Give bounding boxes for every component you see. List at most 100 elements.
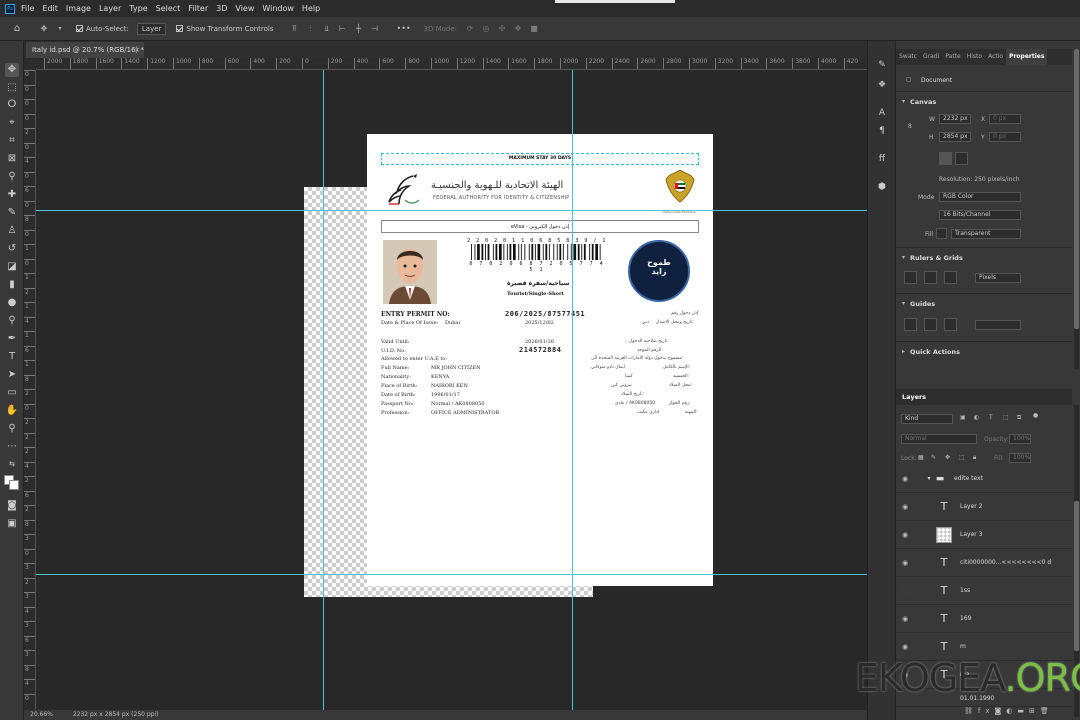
layer-row[interactable]: ◉ Layer 3 [896, 521, 1072, 549]
brush-tool-icon[interactable]: ✎ [5, 206, 19, 220]
zoom-tool-icon[interactable]: ⚲ [5, 422, 19, 436]
rectangle-tool-icon[interactable]: ▭ [5, 386, 19, 400]
chevron-down-icon[interactable]: ▾ [55, 24, 65, 34]
canvas-area[interactable]: MAXIMUM STAY 30 DAYS الهيئة الاتحادية لل… [36, 70, 867, 710]
3d-scale-icon[interactable]: ■ [529, 24, 539, 34]
crop-tool-icon[interactable]: ⌗ [5, 134, 19, 148]
filter-smart-icon[interactable]: ⧉ [1017, 414, 1021, 422]
character-icon[interactable]: A [876, 107, 888, 119]
scrollbar-thumb[interactable] [1074, 49, 1079, 329]
eraser-tool-icon[interactable]: ◪ [5, 260, 19, 274]
horizontal-guide[interactable] [36, 210, 867, 211]
brushes-icon[interactable]: ❖ [876, 79, 888, 91]
menu-type[interactable]: Type [129, 4, 147, 13]
eye-icon[interactable]: ▢ [902, 587, 909, 595]
menu-window[interactable]: Window [262, 4, 294, 13]
eye-icon[interactable]: ◉ [902, 615, 908, 623]
new-group-icon[interactable]: ▬ [1017, 707, 1029, 715]
frame-tool-icon[interactable]: ⊠ [5, 152, 19, 166]
path-select-tool-icon[interactable]: ➤ [5, 368, 19, 382]
menu-select[interactable]: Select [156, 4, 181, 13]
chevron-down-icon[interactable]: ▾ [902, 98, 905, 105]
chevron-down-icon[interactable]: ▾ [924, 471, 934, 487]
document-tab[interactable]: Italy id.psd @ 20.7% (RGB/16) * × [26, 42, 144, 58]
gradient-tool-icon[interactable]: ▮ [5, 278, 19, 292]
marquee-tool-icon[interactable]: ⬚ [5, 81, 19, 95]
paragraph-icon[interactable]: ¶ [876, 125, 888, 137]
blur-tool-icon[interactable]: ● [5, 296, 19, 310]
filter-shape-icon[interactable]: ⬚ [1003, 414, 1009, 421]
tab-actions[interactable]: Actio [985, 49, 1006, 65]
layer-row[interactable]: ▢ T 1ss [896, 577, 1072, 605]
layer-row[interactable]: ◉ T citi0000000...<<<<<<<<0 d [896, 549, 1072, 577]
background-color-swatch[interactable] [9, 480, 19, 490]
pixel-grid-icon[interactable] [944, 271, 957, 284]
screen-mode-icon[interactable]: ▣ [5, 517, 19, 531]
guide-new-icon[interactable] [924, 318, 937, 331]
link-layers-icon[interactable]: ⛓ [964, 707, 978, 715]
vertical-ruler[interactable]: 0000204060801012141618202224262830323436… [24, 70, 36, 710]
clone-stamp-tool-icon[interactable]: ♙ [5, 224, 19, 238]
guide-layout-icon[interactable] [944, 318, 957, 331]
tab-swatches[interactable]: Swatc [896, 49, 920, 65]
align-top-icon[interactable]: ⫪ [290, 24, 300, 34]
checkbox-icon[interactable] [176, 25, 184, 32]
align-right-icon[interactable]: ⊣ [370, 24, 380, 34]
guide-toggle-icon[interactable] [904, 318, 917, 331]
align-vcenter-icon[interactable]: ⫶ [306, 24, 316, 34]
chevron-down-icon[interactable]: ▾ [902, 300, 905, 307]
move-tool-icon[interactable]: ✥ [39, 24, 49, 34]
fill-dropdown[interactable]: Transparent [951, 229, 1021, 239]
width-field[interactable]: 2232 px [939, 114, 971, 124]
pen-tool-icon[interactable]: ✒ [5, 332, 19, 346]
chevron-down-icon[interactable]: ▾ [902, 254, 905, 261]
menu-help[interactable]: Help [302, 4, 320, 13]
lock-image-icon[interactable]: ✎ [931, 454, 936, 461]
dodge-tool-icon[interactable]: ⚲ [5, 314, 19, 328]
lock-all-icon[interactable]: 🔒︎ [973, 454, 976, 462]
align-hcenter-icon[interactable]: ┼ [354, 24, 364, 34]
mode-dropdown[interactable]: RGB Color [939, 192, 1021, 202]
eye-icon[interactable]: ◉ [902, 559, 908, 567]
auto-select-checkbox[interactable]: Auto-Select: [76, 25, 129, 33]
close-tab-icon[interactable]: × [134, 42, 140, 58]
layer-row[interactable]: ◉ T Layer 2 [896, 493, 1072, 521]
align-left-icon[interactable]: ⊢ [338, 24, 348, 34]
lasso-tool-icon[interactable]: ⵔ [5, 98, 19, 112]
trash-icon[interactable]: 🗑︎ [1040, 707, 1054, 715]
3d-slide-icon[interactable]: ✥ [513, 24, 523, 34]
tab-properties[interactable]: Properties [1006, 49, 1048, 65]
mask-icon[interactable]: ◙ [995, 707, 1007, 715]
scrollbar-thumb[interactable] [1074, 501, 1079, 651]
quick-mask-icon[interactable]: ◙ [5, 499, 19, 513]
new-layer-icon[interactable]: ⊞ [1029, 707, 1040, 715]
hand-tool-icon[interactable]: ✋ [5, 404, 19, 418]
layer-row[interactable]: ◉ T 169 [896, 605, 1072, 633]
filter-pixel-icon[interactable]: ▣ [960, 414, 966, 421]
blend-mode-dropdown[interactable]: Normal [901, 434, 977, 444]
zoom-level[interactable]: 20.66% [30, 711, 53, 718]
lock-artboard-icon[interactable]: ⬚ [959, 454, 965, 461]
3d-orbit-icon[interactable]: ⟳ [465, 24, 475, 34]
horizontal-ruler[interactable]: 2000 1800 1600 1400 1200 1000 800 600 400 200 0 200… [36, 58, 867, 70]
horizontal-guide[interactable] [36, 574, 867, 575]
fill-field[interactable]: 100% [1009, 453, 1031, 463]
show-transform-checkbox[interactable]: Show Transform Controls [176, 25, 274, 33]
3d-icon[interactable]: ⬢ [876, 181, 888, 193]
portrait-orientation-icon[interactable] [939, 152, 952, 165]
tab-patterns[interactable]: Patte [942, 49, 963, 65]
swap-colors-icon[interactable]: ⇆ [5, 457, 19, 471]
eye-icon[interactable]: ◉ [902, 643, 908, 651]
adjustment-icon[interactable]: ◐ [1006, 707, 1017, 715]
align-bottom-icon[interactable]: ⫫ [322, 24, 332, 34]
height-field[interactable]: 2854 px [939, 132, 971, 142]
fx-icon[interactable]: fx [978, 707, 995, 715]
layer-filter-dropdown[interactable]: Kind [901, 414, 953, 424]
type-tool-icon[interactable]: T [5, 350, 19, 364]
filter-adjustment-icon[interactable]: ◐ [974, 414, 979, 421]
chevron-right-icon[interactable]: ▸ [902, 348, 905, 355]
quick-select-tool-icon[interactable]: ⌖ [5, 116, 19, 130]
vertical-guide[interactable] [572, 70, 573, 710]
guide-color-dropdown[interactable] [975, 320, 1021, 330]
opacity-field[interactable]: 100% [1009, 434, 1031, 444]
